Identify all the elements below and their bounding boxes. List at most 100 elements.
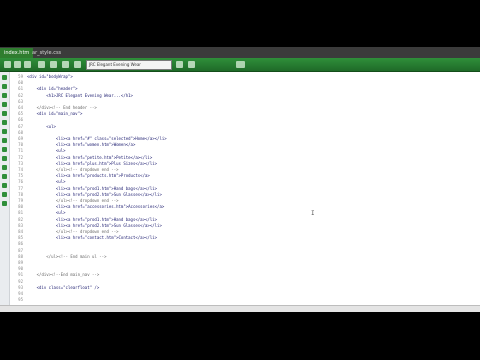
code-line[interactable]: 61 <div id="header">	[10, 86, 470, 92]
code-text[interactable]: <li><a href="petite.htm">Petite</a></li>	[27, 155, 152, 161]
select-parent-tag-icon[interactable]	[2, 102, 7, 107]
code-line[interactable]: 89	[10, 260, 470, 266]
highlight-invalid-icon[interactable]	[2, 120, 7, 125]
line-number: 65	[18, 111, 23, 117]
code-text[interactable]: <h1>JRC Elegant Evening Wear...</h1>	[27, 93, 133, 99]
code-text[interactable]: <div class="clearfloat" />	[27, 285, 100, 291]
code-line[interactable]: 84 </ul><!-- dropdown end -->	[10, 229, 470, 235]
line-number: 79	[18, 198, 23, 203]
collapse-tag-icon[interactable]	[2, 84, 7, 89]
code-text[interactable]: <ul>	[27, 179, 66, 185]
line-number: 81	[18, 210, 23, 216]
code-text[interactable]: <li><a href="contact.htm">Contact</a></l…	[27, 235, 157, 241]
code-text[interactable]: <ul>	[27, 124, 56, 130]
code-line[interactable]: 73 <li><a href="plus.htm">Plus Sizes</a>…	[10, 161, 470, 167]
code-line[interactable]: 88 </ul><!-- End main ul -->	[10, 254, 470, 260]
code-line[interactable]: 93 <div class="clearfloat" />	[10, 285, 470, 291]
code-text[interactable]: </div><!-- End header -->	[27, 105, 97, 111]
code-editor[interactable]: 59 <div id="bodyWrap"> 60 61 <div id="heade…	[10, 72, 480, 312]
wrap-tag-icon[interactable]	[2, 156, 7, 161]
code-text[interactable]: <li><a href="accessories.htm">Accessorie…	[27, 204, 164, 210]
code-text[interactable]: </ul><!-- dropdown end -->	[27, 198, 119, 204]
page-title-input[interactable]: JRC Elegant Evening Wear	[86, 60, 172, 70]
code-line[interactable]: 70 <li><a href="women.htm">Women</a>	[10, 142, 470, 148]
code-line[interactable]: 92	[10, 279, 470, 285]
code-text[interactable]: <li><a href="plus.htm">Plus Sizes</a></l…	[27, 161, 157, 167]
code-line[interactable]: 87	[10, 248, 470, 254]
preview-icon[interactable]	[62, 61, 69, 68]
apply-comment-icon[interactable]	[2, 138, 7, 143]
code-line[interactable]: 85 <li><a href="contact.htm">Contact</a>…	[10, 235, 470, 241]
code-text[interactable]: <li><a href="#" class="selected">Home</a…	[27, 136, 167, 142]
visual-aids-icon[interactable]	[236, 61, 245, 68]
code-text[interactable]: <div id="header">	[27, 86, 78, 92]
line-number: 66	[18, 117, 23, 123]
code-line[interactable]: 62 <h1>JRC Elegant Evening Wear...</h1>	[10, 93, 470, 99]
line-number: 91	[18, 272, 23, 278]
code-text[interactable]: </ul><!-- End main ul -->	[27, 254, 106, 260]
status-bar	[0, 305, 480, 312]
code-line[interactable]: 95	[10, 297, 470, 303]
code-text[interactable]: <li><a href="prod2.htm">Sun Glasses</a><…	[27, 223, 162, 229]
file-management-icon[interactable]	[176, 61, 183, 68]
code-text[interactable]: <ul>	[27, 148, 66, 154]
line-number: 84	[18, 229, 23, 234]
code-text[interactable]: <div id="main_nav">	[27, 111, 83, 117]
expand-all-icon[interactable]	[2, 93, 7, 98]
code-text[interactable]: <ul>	[27, 210, 66, 216]
open-documents-icon[interactable]	[2, 75, 7, 80]
move-css-icon[interactable]	[2, 174, 7, 179]
code-line[interactable]: 82 <li><a href="prod1.htm">Hand bags</a>…	[10, 217, 470, 223]
browser-preview-icon[interactable]	[188, 61, 195, 68]
code-view-icon[interactable]	[4, 61, 11, 68]
remove-comment-icon[interactable]	[2, 147, 7, 152]
code-line[interactable]: 78 <li><a href="prod2.htm">Sun Glasses</…	[10, 192, 470, 198]
code-text[interactable]: <li><a href="prod1.htm">Hand bags</a></l…	[27, 217, 157, 223]
code-line[interactable]: 65 <div id="main_nav">	[10, 111, 470, 117]
code-line[interactable]: 71 <ul>	[10, 148, 470, 154]
design-view-icon[interactable]	[24, 61, 31, 68]
code-line[interactable]: 79 </ul><!-- dropdown end -->	[10, 198, 470, 204]
line-number: 63	[18, 98, 23, 104]
code-line[interactable]: 90	[10, 266, 470, 272]
code-text[interactable]: <div id="bodyWrap">	[27, 74, 73, 80]
line-numbers-icon[interactable]	[2, 111, 7, 116]
code-line[interactable]: 72 <li><a href="petite.htm">Petite</a></…	[10, 155, 470, 161]
code-line[interactable]: 64 </div><!-- End header -->	[10, 105, 470, 111]
code-text[interactable]: <li><a href="prod1.htm">Hand bags</a></l…	[27, 186, 157, 192]
code-line[interactable]: 86	[10, 241, 470, 247]
code-line[interactable]: 80 <li><a href="accessories.htm">Accesso…	[10, 204, 470, 210]
live-view-icon[interactable]	[38, 61, 45, 68]
code-line[interactable]: 94	[10, 291, 470, 297]
code-text[interactable]: </ul><!-- dropdown end -->	[27, 167, 119, 173]
code-line[interactable]: 69 <li><a href="#" class="selected">Home…	[10, 136, 470, 142]
line-number: 93	[18, 284, 23, 290]
code-line[interactable]: 63	[10, 99, 470, 105]
code-line[interactable]: 91 </div><!--End main_nav -->	[10, 272, 470, 278]
code-line[interactable]: 74 </ul><!-- dropdown end -->	[10, 167, 470, 173]
syntax-error-icon[interactable]	[2, 129, 7, 134]
code-line[interactable]: 75 <li><a href="products.htm">Products</…	[10, 173, 470, 179]
inspect-icon[interactable]	[50, 61, 57, 68]
code-text[interactable]: <li><a href="women.htm">Women</a>	[27, 142, 135, 148]
tab-stylesheet[interactable]: ar_style.css	[28, 48, 65, 58]
code-text[interactable]: <li><a href="products.htm">Products</a>	[27, 173, 150, 179]
code-line[interactable]: 77 <li><a href="prod1.htm">Hand bags</a>…	[10, 186, 470, 192]
code-line[interactable]: 60	[10, 80, 470, 86]
refresh-icon[interactable]	[74, 61, 81, 68]
indent-icon[interactable]	[2, 183, 7, 188]
code-line[interactable]: 83 <li><a href="prod2.htm">Sun Glasses</…	[10, 223, 470, 229]
code-text[interactable]: <li><a href="prod2.htm">Sun Glasses</a><…	[27, 192, 162, 198]
code-line[interactable]: 81 <ul>	[10, 210, 470, 216]
format-source-icon[interactable]	[2, 201, 7, 206]
code-line[interactable]: 66	[10, 117, 470, 123]
recent-snippets-icon[interactable]	[2, 165, 7, 170]
code-line[interactable]: 68	[10, 130, 470, 136]
split-view-icon[interactable]	[14, 61, 21, 68]
code-line[interactable]: 76 <ul>	[10, 179, 470, 185]
code-line[interactable]: 67 <ul>	[10, 124, 470, 130]
code-line[interactable]: 59 <div id="bodyWrap">	[10, 74, 470, 80]
outdent-icon[interactable]	[2, 192, 7, 197]
code-text[interactable]: </div><!--End main_nav -->	[27, 272, 100, 278]
code-text[interactable]: </ul><!-- dropdown end -->	[27, 229, 119, 235]
